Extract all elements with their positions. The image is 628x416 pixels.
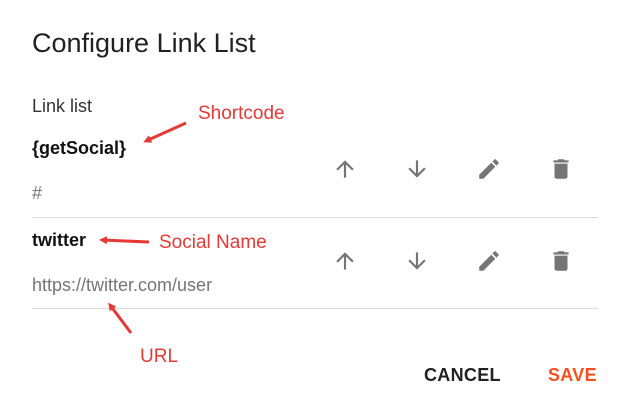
edit-button[interactable]	[471, 151, 507, 187]
edit-button[interactable]	[471, 243, 507, 279]
divider	[32, 308, 598, 309]
arrow-up-icon	[336, 160, 354, 178]
arrow-down-icon	[408, 252, 426, 270]
annotation-arrows	[99, 121, 187, 334]
item-url[interactable]: #	[32, 183, 42, 204]
dialog-title: Configure Link List	[32, 28, 256, 58]
link-list-label: Link list	[32, 96, 93, 116]
delete-button[interactable]	[543, 151, 579, 187]
annotation-url: URL	[140, 346, 179, 367]
cancel-button[interactable]: CANCEL	[424, 365, 501, 386]
move-up-button[interactable]	[327, 151, 363, 187]
annotation-arrow-social-name	[99, 236, 150, 245]
move-down-button[interactable]	[399, 151, 435, 187]
pencil-icon	[479, 251, 499, 271]
arrow-down-icon	[408, 160, 426, 178]
item-url[interactable]: https://twitter.com/user	[32, 275, 212, 296]
annotation-social-name: Social Name	[159, 232, 267, 253]
save-button[interactable]: SAVE	[548, 365, 597, 386]
annotation-shortcode: Shortcode	[198, 103, 285, 124]
trash-icon	[553, 159, 569, 179]
delete-button[interactable]	[543, 243, 579, 279]
annotation-arrow-url	[108, 302, 133, 334]
move-down-button[interactable]	[399, 243, 435, 279]
item-name[interactable]: twitter	[32, 230, 86, 251]
move-up-button[interactable]	[327, 243, 363, 279]
arrow-up-icon	[336, 252, 354, 270]
annotation-arrow-shortcode	[143, 121, 187, 143]
divider	[32, 217, 598, 218]
trash-icon	[553, 251, 569, 271]
pencil-icon	[479, 159, 499, 179]
item-name[interactable]: {getSocial}	[32, 138, 126, 159]
